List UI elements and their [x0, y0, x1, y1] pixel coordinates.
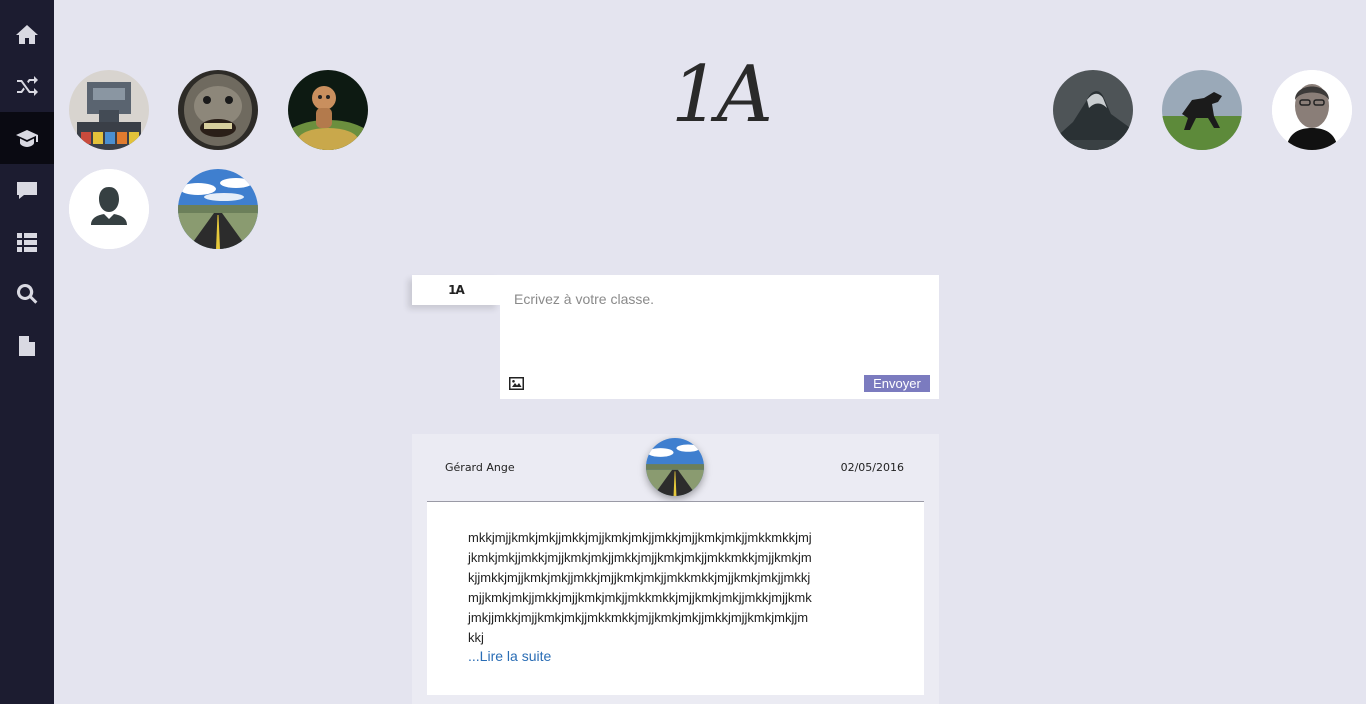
nav-documents[interactable]: [0, 320, 54, 372]
nav-list[interactable]: [0, 216, 54, 268]
member-avatar-sackboy[interactable]: [288, 70, 368, 150]
post-composer: Envoyer: [500, 275, 939, 399]
image-icon: [509, 377, 524, 390]
wave-avatar-image: [1053, 70, 1133, 150]
shuffle-icon: [17, 76, 38, 96]
member-avatar-steve-jobs[interactable]: [1272, 70, 1352, 150]
member-avatar-wave[interactable]: [1053, 70, 1133, 150]
document-icon: [19, 336, 35, 356]
home-icon: [16, 25, 38, 44]
send-button[interactable]: Envoyer: [864, 375, 930, 392]
list-icon: [17, 233, 37, 252]
message-input[interactable]: [514, 291, 924, 371]
horse-avatar-image: [1162, 70, 1242, 150]
class-title: 1A: [671, 50, 773, 140]
read-more-link[interactable]: ...Lire la suite: [468, 648, 551, 664]
post-card: Gérard Ange 02/05/2016 mkkjmjjkmkjmkjjmk…: [412, 434, 939, 704]
nav-home[interactable]: [0, 8, 54, 60]
road-avatar-image: [178, 169, 258, 249]
nav-messages[interactable]: [0, 164, 54, 216]
post-text: mkkjmjjkmkjmkjjmkkjmjjkmkjmkjjmkkjmjjkmk…: [468, 530, 812, 645]
composer-class-tag: 1A: [412, 275, 500, 305]
steve-jobs-avatar-image: [1272, 70, 1352, 150]
nav-shuffle[interactable]: [0, 60, 54, 112]
member-avatar-gorilla[interactable]: [178, 70, 258, 150]
default-user-icon: [69, 169, 149, 249]
search-icon: [16, 283, 38, 304]
road-avatar-image: [646, 438, 704, 496]
sackboy-avatar-image: [288, 70, 368, 150]
member-avatar-default[interactable]: [69, 169, 149, 249]
post-author-avatar[interactable]: [646, 438, 704, 496]
post-date: 02/05/2016: [840, 461, 904, 474]
post-body: mkkjmjjkmkjmkjjmkkjmjjkmkjmkjjmkkjmjjkmk…: [427, 502, 924, 695]
member-avatar-horse[interactable]: [1162, 70, 1242, 150]
post-author[interactable]: Gérard Ange: [445, 461, 515, 474]
sidebar: [0, 0, 54, 704]
chat-icon: [17, 182, 37, 199]
nav-search[interactable]: [0, 268, 54, 320]
gorilla-avatar-image: [178, 70, 258, 150]
graduation-cap-icon: [16, 130, 38, 147]
member-avatar-robot[interactable]: [69, 70, 149, 150]
robot-avatar-image: [69, 70, 149, 150]
member-avatar-road[interactable]: [178, 169, 258, 249]
attach-image-button[interactable]: [509, 377, 524, 392]
nav-classes[interactable]: [0, 112, 54, 164]
